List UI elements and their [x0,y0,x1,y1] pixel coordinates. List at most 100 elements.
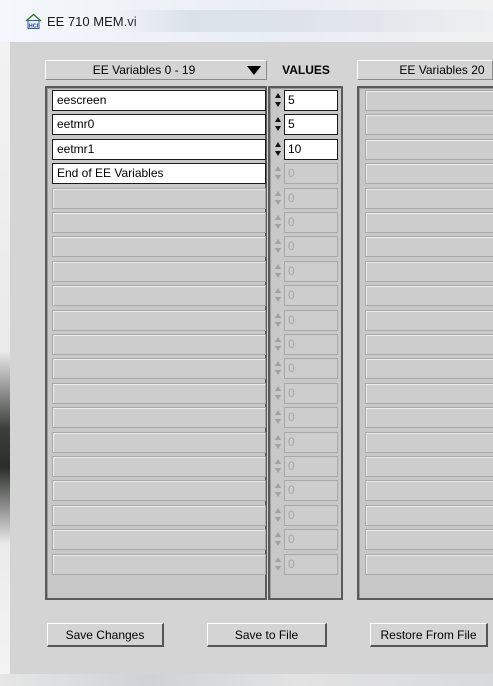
increment-decrement-icon[interactable] [274,261,283,282]
value-field[interactable]: 0 [284,236,338,257]
increment-decrement-icon[interactable] [274,505,283,526]
value-field[interactable]: 0 [284,480,338,501]
value-control: 0 [274,310,338,331]
increment-decrement-icon[interactable] [274,554,283,575]
variable-names-array: eescreen eetmr0 eetmr1 End of EE Variables [45,86,267,600]
variable-name-field-20[interactable] [365,383,493,404]
value-field[interactable]: 0 [284,383,338,404]
variable-name-field[interactable] [52,432,266,453]
increment-decrement-icon[interactable] [274,114,283,135]
svg-text:HCI: HCI [29,24,39,30]
variable-name-field-20[interactable] [365,407,493,428]
variable-name-field-20[interactable] [365,432,493,453]
variable-name-field[interactable] [52,212,266,233]
increment-decrement-icon[interactable] [274,432,283,453]
value-field[interactable]: 0 [284,285,338,306]
ee-variables-0-19-selector[interactable]: EE Variables 0 - 19 [45,60,267,80]
variable-name-field-20[interactable] [365,188,493,209]
variable-name-field-20[interactable] [365,90,493,111]
variable-name-field-20[interactable] [365,236,493,257]
value-field[interactable]: 0 [284,212,338,233]
increment-decrement-icon[interactable] [274,456,283,477]
value-control: 0 [274,163,338,184]
labview-vi-icon: HCI [25,13,42,30]
save-changes-button[interactable]: Save Changes [47,623,164,647]
variable-name-field-20[interactable] [365,261,493,282]
restore-from-file-button[interactable]: Restore From File [370,623,488,647]
increment-decrement-icon[interactable] [274,163,283,184]
increment-decrement-icon[interactable] [274,358,283,379]
value-control: 5 [274,114,338,135]
variable-name-field-20[interactable] [365,529,493,550]
values-header: VALUES [282,63,330,77]
variable-name-field-20[interactable] [365,554,493,575]
variable-name-field[interactable] [52,236,266,257]
variable-name-field-20[interactable] [365,114,493,135]
blurred-title-overlay [118,10,493,32]
variable-names-array-20 [357,86,493,600]
value-field[interactable]: 0 [284,163,338,184]
title-bar: HCI EE 710 MEM.vi [0,0,493,42]
variable-name-field[interactable] [52,480,266,501]
variable-name-field[interactable] [52,554,266,575]
value-field[interactable]: 0 [284,358,338,379]
variable-name-field[interactable] [52,383,266,404]
value-control: 0 [274,456,338,477]
variable-name-field[interactable] [52,529,266,550]
variable-name-field-20[interactable] [365,358,493,379]
value-field[interactable]: 0 [284,505,338,526]
increment-decrement-icon[interactable] [274,139,283,160]
value-field[interactable]: 0 [284,407,338,428]
variable-name-field[interactable]: eetmr0 [52,114,266,135]
increment-decrement-icon[interactable] [274,480,283,501]
value-field[interactable]: 0 [284,529,338,550]
increment-decrement-icon[interactable] [274,529,283,550]
increment-decrement-icon[interactable] [274,310,283,331]
variable-name-field[interactable] [52,334,266,355]
dropdown-arrow-icon[interactable] [247,66,261,75]
value-field[interactable]: 0 [284,334,338,355]
variable-name-field-20[interactable] [365,456,493,477]
value-field[interactable]: 0 [284,261,338,282]
variable-name-field[interactable] [52,358,266,379]
value-field[interactable]: 0 [284,310,338,331]
variable-name-field[interactable] [52,407,266,428]
ee-variables-20-selector[interactable]: EE Variables 20 [357,60,493,80]
increment-decrement-icon[interactable] [274,188,283,209]
increment-decrement-icon[interactable] [274,90,283,111]
value-field[interactable]: 0 [284,456,338,477]
variable-name-field[interactable] [52,188,266,209]
value-field[interactable]: 5 [284,114,338,135]
variable-name-field[interactable]: eescreen [52,90,266,111]
value-control: 0 [274,505,338,526]
increment-decrement-icon[interactable] [274,407,283,428]
value-field[interactable]: 0 [284,554,338,575]
variable-name-field-20[interactable] [365,285,493,306]
variable-name-field-20[interactable] [365,163,493,184]
save-to-file-button[interactable]: Save to File [207,623,327,647]
value-control: 10 [274,139,338,160]
value-field[interactable]: 0 [284,188,338,209]
increment-decrement-icon[interactable] [274,285,283,306]
increment-decrement-icon[interactable] [274,334,283,355]
variable-name-field[interactable] [52,310,266,331]
variable-name-field-20[interactable] [365,139,493,160]
increment-decrement-icon[interactable] [274,236,283,257]
value-field[interactable]: 5 [284,90,338,111]
increment-decrement-icon[interactable] [274,212,283,233]
variable-name-field-20[interactable] [365,480,493,501]
variable-name-field-20[interactable] [365,334,493,355]
background-window-edge [0,42,10,686]
variable-name-field[interactable] [52,456,266,477]
variable-name-field[interactable] [52,285,266,306]
variable-name-field-20[interactable] [365,212,493,233]
variable-name-field[interactable] [52,505,266,526]
variable-name-field-20[interactable] [365,310,493,331]
increment-decrement-icon[interactable] [274,383,283,404]
value-field[interactable]: 0 [284,432,338,453]
variable-name-field[interactable]: End of EE Variables [52,163,266,184]
variable-name-field-20[interactable] [365,505,493,526]
value-field[interactable]: 10 [284,139,338,160]
variable-name-field[interactable]: eetmr1 [52,139,266,160]
variable-name-field[interactable] [52,261,266,282]
